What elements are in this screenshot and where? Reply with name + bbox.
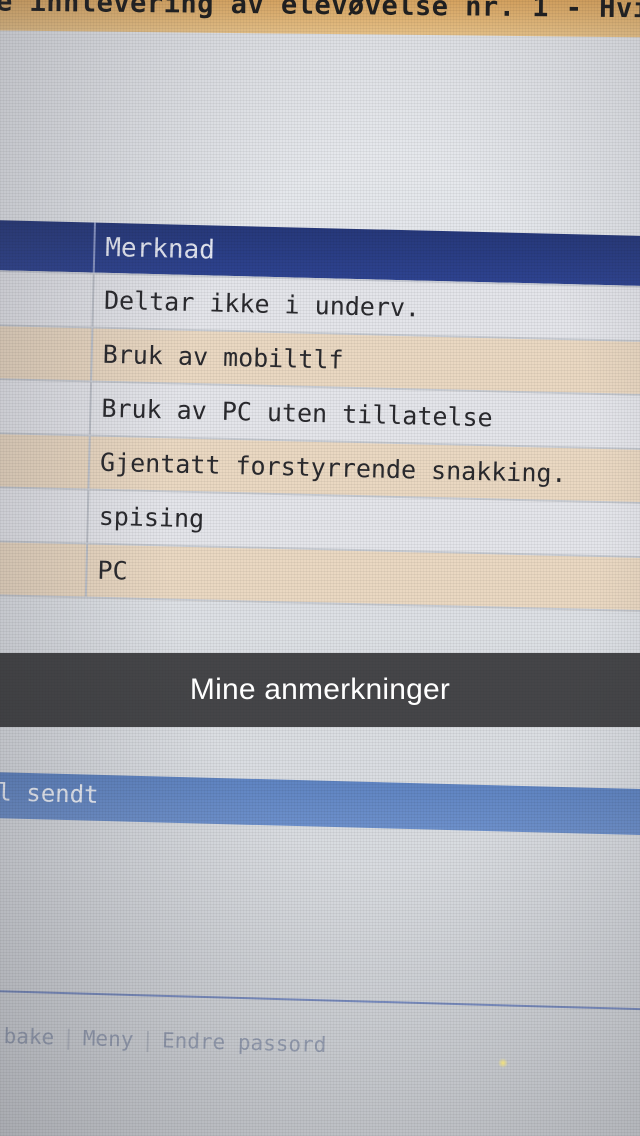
light-glare <box>498 1058 508 1068</box>
page-title-banner: e innlevering av elevøvelse nr. 1 - Hvil… <box>0 0 640 38</box>
footer-separator: | <box>61 1025 76 1050</box>
row-left-cell <box>0 271 95 327</box>
row-left-cell <box>0 487 90 543</box>
photographed-screen: e innlevering av elevøvelse nr. 1 - Hvil… <box>0 0 640 1136</box>
snap-caption-bar: Mine anmerkninger <box>0 653 640 727</box>
row-left-cell <box>0 379 93 435</box>
sent-status-bar: l sendt <box>0 772 640 836</box>
footer-link-back[interactable]: bake <box>3 1024 54 1049</box>
remarks-table: Merknad Deltar ikke i underv. Bruk av mo… <box>0 220 640 613</box>
page-title-text: e innlevering av elevøvelse nr. 1 - Hvil… <box>0 0 640 26</box>
footer-link-change-password[interactable]: Endre passord <box>162 1028 327 1057</box>
row-left-cell <box>0 325 94 381</box>
footer-divider <box>0 990 640 1011</box>
footer-nav: bake | Meny | Endre passord <box>3 1024 640 1066</box>
footer-link-menu[interactable]: Meny <box>83 1026 134 1051</box>
sent-status-text: l sendt <box>0 778 99 809</box>
snap-caption-text: Mine anmerkninger <box>189 673 451 706</box>
row-left-cell <box>0 541 89 597</box>
row-left-cell <box>0 433 91 489</box>
footer-separator: | <box>141 1027 155 1053</box>
header-left-cell <box>0 220 96 273</box>
